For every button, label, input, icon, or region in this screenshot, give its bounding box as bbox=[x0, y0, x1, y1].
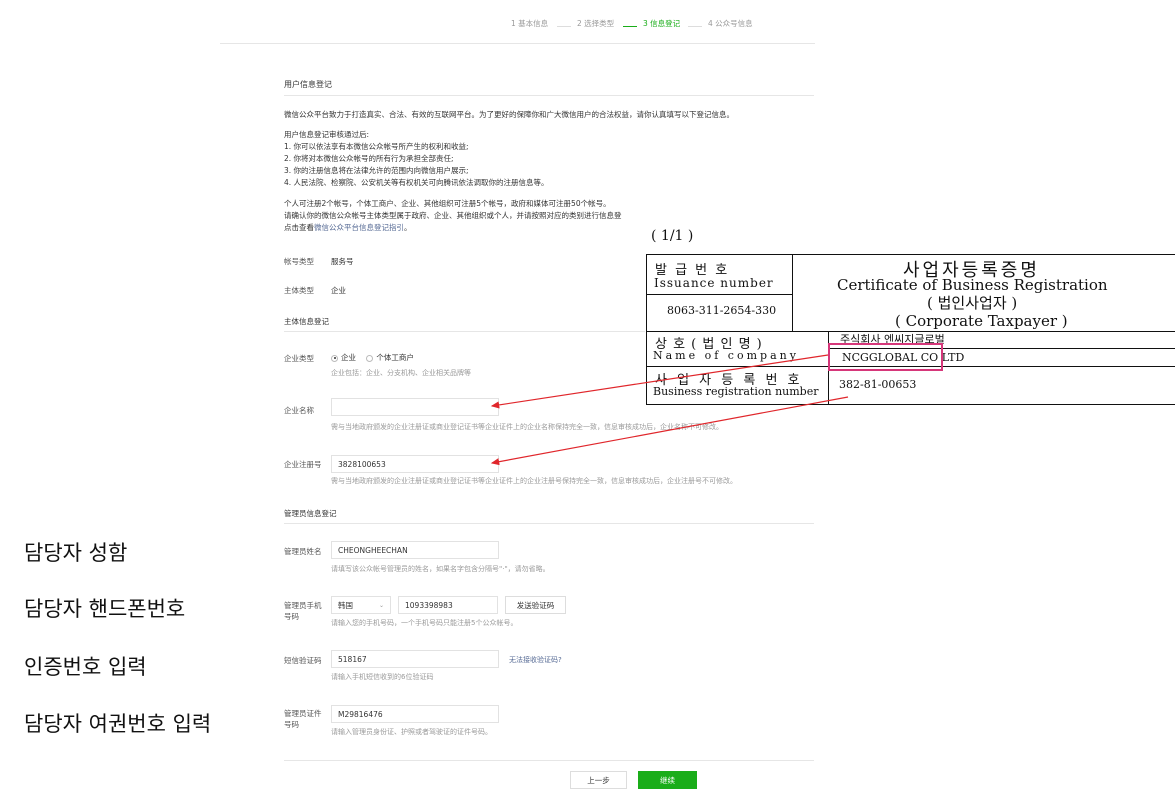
annotation-admin-phone: 담당자 핸드폰번호 bbox=[24, 597, 186, 621]
annotation-passport: 담당자 여권번호 입력 bbox=[24, 712, 212, 736]
arrow-reg-number bbox=[490, 396, 849, 466]
annotation-code: 인증번호 입력 bbox=[24, 655, 147, 679]
annotation-arrows bbox=[490, 354, 849, 466]
annotation-admin-name: 담당자 성함 bbox=[24, 541, 128, 565]
arrow-company-name bbox=[490, 354, 829, 409]
